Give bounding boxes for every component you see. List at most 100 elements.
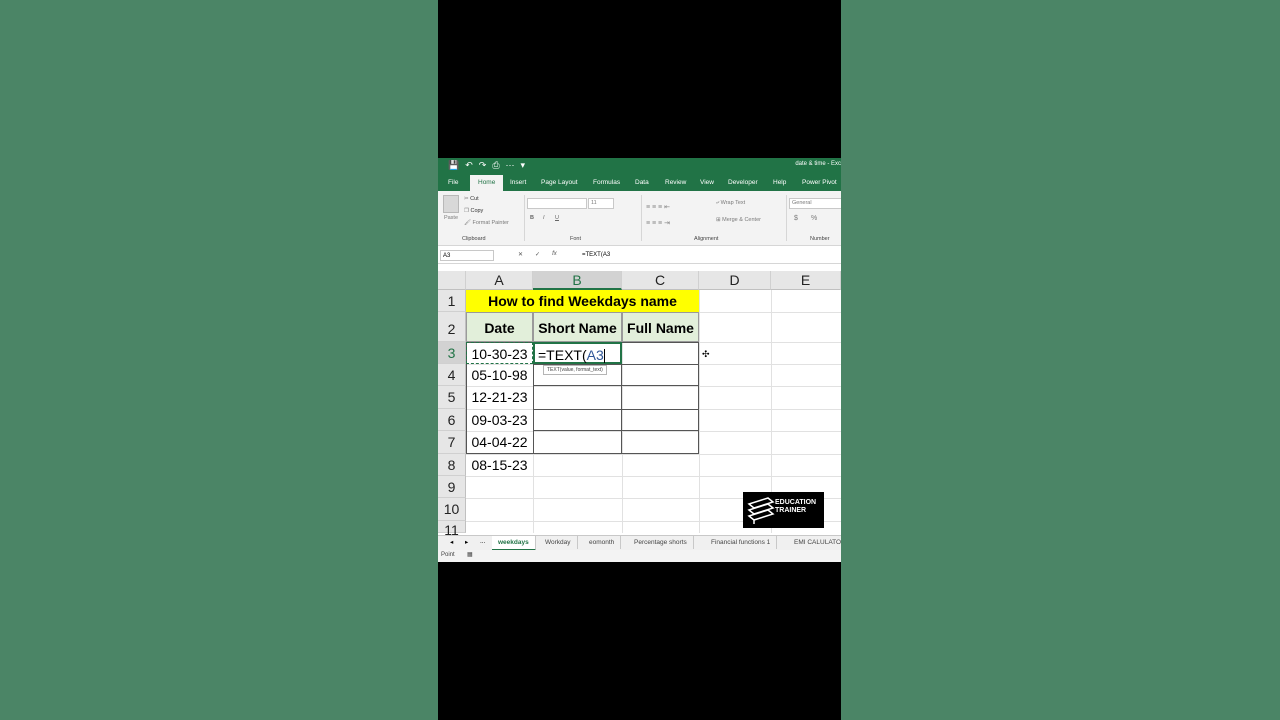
format-painter-label: Format Painter: [472, 220, 509, 226]
row-header-1[interactable]: 1: [438, 290, 466, 312]
customize-qat-icon[interactable]: ▾: [521, 160, 526, 170]
row-header-8[interactable]: 8: [438, 454, 466, 476]
sheet-tab-workday[interactable]: Workday: [539, 536, 578, 549]
row-header-10[interactable]: 10: [438, 498, 466, 521]
more-icon[interactable]: ⋯: [506, 160, 515, 170]
wrap-text-label: Wrap Text: [720, 200, 746, 206]
currency-button[interactable]: $: [794, 215, 798, 222]
gridline: [699, 290, 700, 533]
underline-button[interactable]: U: [555, 215, 559, 221]
cut-button[interactable]: ✂ Cut: [464, 196, 479, 202]
cell-cursor-icon: ✣: [702, 349, 710, 359]
books-icon: [747, 497, 775, 524]
scroll-tabs-left-icon[interactable]: ◂: [450, 538, 453, 546]
sheet-tab-weekdays[interactable]: weekdays: [492, 536, 536, 551]
video-frame: 💾 ↶ ↷ ⎙ ⋯ ▾ date & time - Exc File Home …: [438, 0, 841, 720]
header-full-name[interactable]: Full Name: [622, 312, 699, 342]
tab-review[interactable]: Review: [665, 179, 686, 186]
formula-input[interactable]: =TEXT(A3: [582, 252, 610, 258]
redo-icon[interactable]: ↷: [479, 160, 487, 170]
scroll-tabs-right-icon[interactable]: ▸: [465, 538, 468, 546]
header-date[interactable]: Date: [466, 312, 533, 342]
sheet-tab-percentage-shorts[interactable]: Percentage shorts: [628, 536, 694, 549]
column-header-b[interactable]: B: [533, 271, 622, 290]
paste-label: Paste: [443, 215, 459, 221]
cell-reference: A3: [586, 347, 604, 363]
tab-developer[interactable]: Developer: [728, 179, 758, 186]
function-tooltip: TEXT(value, format_text): [543, 365, 607, 375]
sheet-title-cell[interactable]: How to find Weekdays name: [466, 290, 699, 312]
ribbon-tabs: File Home Insert Page Layout Formulas Da…: [438, 173, 841, 191]
status-mode: Point: [441, 552, 455, 558]
undo-icon[interactable]: ↶: [465, 160, 473, 170]
quick-access-toolbar: 💾 ↶ ↷ ⎙ ⋯ ▾: [448, 160, 525, 170]
ribbon: Paste ✂ Cut ❐ Copy 🖌 Format Painter Clip…: [438, 191, 841, 246]
row-header-11[interactable]: 11: [438, 521, 466, 538]
tab-help[interactable]: Help: [773, 179, 786, 186]
font-name-select[interactable]: [527, 198, 587, 209]
font-group-label: Font: [570, 236, 582, 242]
row-header-7[interactable]: 7: [438, 431, 466, 454]
tab-insert[interactable]: Insert: [510, 179, 526, 186]
number-group-label: Number: [810, 236, 830, 242]
sheet-tab-financial-functions[interactable]: Financial functions 1: [705, 536, 778, 549]
macro-record-icon[interactable]: ▦: [467, 551, 473, 558]
date-cell[interactable]: 12-21-23: [466, 386, 533, 409]
merge-center-button[interactable]: ⊞ Merge & Center: [716, 217, 761, 223]
formula-text: =TEXT(: [538, 347, 587, 363]
tab-page-layout[interactable]: Page Layout: [541, 179, 578, 186]
sheet-tab-bar: ◂ ▸ ... weekdays Workday eomonth Percent…: [438, 535, 841, 551]
date-cell[interactable]: 08-15-23: [466, 454, 533, 476]
row-header-2[interactable]: 2: [438, 312, 466, 342]
bold-button[interactable]: B: [530, 215, 534, 221]
tab-power-pivot[interactable]: Power Pivot: [802, 179, 837, 186]
sheet-tab-emi-calculator[interactable]: EMI CALULATO: [788, 536, 841, 549]
save-icon[interactable]: 💾: [448, 160, 459, 170]
row-header-6[interactable]: 6: [438, 409, 466, 431]
font-size-select[interactable]: 11: [588, 198, 614, 209]
column-header-d[interactable]: D: [699, 271, 771, 290]
date-cell[interactable]: 10-30-23: [466, 342, 533, 364]
tab-file[interactable]: File: [448, 179, 458, 186]
date-cell[interactable]: 05-10-98: [466, 364, 533, 386]
cancel-icon[interactable]: ✕: [518, 251, 523, 258]
column-header-a[interactable]: A: [466, 271, 533, 290]
merge-label: Merge & Center: [722, 217, 761, 223]
wrap-text-button[interactable]: ⤶ Wrap Text: [716, 200, 745, 207]
date-cell[interactable]: 04-04-22: [466, 431, 533, 454]
tab-view[interactable]: View: [700, 179, 714, 186]
brush-icon: 🖌: [464, 220, 473, 226]
italic-button[interactable]: I: [543, 215, 545, 221]
active-edit-cell[interactable]: =TEXT(A3: [533, 342, 622, 364]
cut-label: Cut: [470, 196, 479, 202]
percent-button[interactable]: %: [811, 215, 817, 222]
align-icons: ≡ ≡ ≡ ⇤ ≡ ≡ ≡ ⇥: [646, 204, 670, 227]
date-cell[interactable]: 09-03-23: [466, 409, 533, 431]
insert-function-icon[interactable]: fx: [552, 251, 557, 258]
print-icon[interactable]: ⎙: [492, 160, 499, 170]
row-header-3[interactable]: 3: [438, 342, 466, 364]
column-header-c[interactable]: C: [622, 271, 699, 290]
tab-formulas[interactable]: Formulas: [593, 179, 620, 186]
tab-home[interactable]: Home: [470, 175, 504, 191]
sheet-tab-eomonth[interactable]: eomonth: [583, 536, 622, 549]
row-header-5[interactable]: 5: [438, 386, 466, 409]
divider: [786, 195, 787, 241]
name-box[interactable]: A3: [440, 250, 494, 261]
paste-icon: [443, 195, 459, 213]
gridline: [466, 476, 841, 477]
number-format-select[interactable]: General: [789, 198, 841, 209]
format-painter-button[interactable]: 🖌 Format Painter: [464, 220, 509, 226]
education-trainer-logo: EDUCATION TRAINER: [743, 492, 824, 528]
header-short-name[interactable]: Short Name: [533, 312, 622, 342]
more-sheets-button[interactable]: ...: [480, 538, 485, 545]
tab-data[interactable]: Data: [635, 179, 649, 186]
column-header-e[interactable]: E: [771, 271, 841, 290]
row-header-9[interactable]: 9: [438, 476, 466, 498]
paste-button[interactable]: Paste: [442, 195, 460, 225]
select-all-corner[interactable]: [438, 271, 466, 290]
table-border: [533, 409, 699, 431]
row-header-4[interactable]: 4: [438, 364, 466, 386]
enter-icon[interactable]: ✓: [535, 251, 540, 258]
copy-button[interactable]: ❐ Copy: [464, 208, 483, 214]
